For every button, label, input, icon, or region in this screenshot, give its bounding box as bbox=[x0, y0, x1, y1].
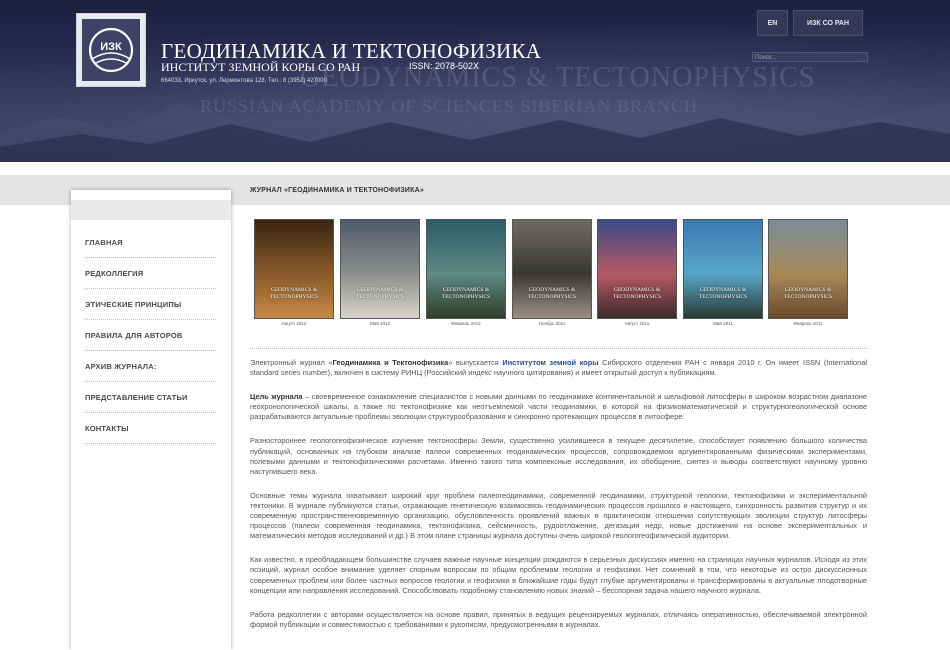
cover-title: GEODYNAMICS & TECTONOPHYSICS bbox=[355, 287, 405, 300]
logo[interactable]: ИЗК bbox=[76, 13, 146, 87]
paragraph-research: Разностороннее геологогеофизическое изуч… bbox=[250, 436, 867, 476]
cover-title: GEODYNAMICS & TECTONOPHYSICS bbox=[441, 287, 491, 300]
paragraph-intro: Электронный журнал «Геодинамика и Тектон… bbox=[250, 358, 867, 378]
logo-emblem: ИЗК bbox=[82, 19, 140, 81]
sidebar-item-editorial-board[interactable]: РЕДКОЛЛЕГИЯ bbox=[85, 258, 216, 289]
paragraph-discussions: Как известно, в преобладающем большинств… bbox=[250, 555, 867, 595]
paragraph-topics: Основные темы журнала охватывают широкий… bbox=[250, 490, 867, 541]
journal-cover-3[interactable]: GEODYNAMICS & TECTONOPHYSICS bbox=[512, 219, 592, 319]
journal-name: Геодинамика и Тектонофизика bbox=[332, 358, 449, 367]
cover-date-4: Август 2011 bbox=[624, 321, 650, 326]
journal-cover-4[interactable]: GEODYNAMICS & TECTONOPHYSICS bbox=[597, 219, 677, 319]
sidebar-item-contacts[interactable]: КОНТАКТЫ bbox=[85, 413, 216, 444]
sidebar-item-ethics[interactable]: ЭТИЧЕСКИЕ ПРИНЦИПЫ bbox=[85, 289, 216, 320]
header-watermark-title: GEODYNAMICS & TECTONOPHYSICS bbox=[300, 62, 816, 93]
cover-date-5: Май 2011 bbox=[713, 321, 733, 326]
divider bbox=[250, 348, 867, 349]
cover-date-2: Февраль 2012 bbox=[451, 321, 481, 326]
sidebar-item-submission[interactable]: ПРЕДСТАВЛЕНИЕ СТАТЬИ bbox=[85, 382, 216, 413]
journal-cover-5[interactable]: GEODYNAMICS & TECTONOPHYSICS bbox=[683, 219, 763, 319]
cover-title: GEODYNAMICS & TECTONOPHYSICS bbox=[269, 287, 319, 300]
cover-title: GEODYNAMICS & TECTONOPHYSICS bbox=[698, 287, 748, 300]
paragraph-editorial: Работа редколлегии с авторами осуществля… bbox=[250, 609, 867, 629]
logo-text: ИЗК bbox=[100, 41, 122, 53]
issn-label: ISSN: 2078-502X bbox=[409, 61, 480, 71]
cover-title: GEODYNAMICS & TECTONOPHYSICS bbox=[783, 287, 833, 300]
journal-cover-6[interactable]: GEODYNAMICS & TECTONOPHYSICS bbox=[768, 219, 848, 319]
paragraph-goal: Цель журнала – своевременное ознакомлени… bbox=[250, 392, 867, 422]
address-text: 664033, Иркутск, ул. Лермонтова 128, Тел… bbox=[161, 78, 327, 84]
sidebar-item-home[interactable]: ГЛАВНАЯ bbox=[85, 227, 216, 258]
journal-cover-2[interactable]: GEODYNAMICS & TECTONOPHYSICS bbox=[426, 219, 506, 319]
cover-date-0: Август 2012 bbox=[281, 321, 307, 326]
language-en-button[interactable]: EN bbox=[757, 10, 788, 36]
journal-cover-0[interactable]: GEODYNAMICS & TECTONOPHYSICS bbox=[254, 219, 334, 319]
cover-title: GEODYNAMICS & TECTONOPHYSICS bbox=[612, 287, 662, 300]
sidebar-item-archive[interactable]: АРХИВ ЖУРНАЛА: bbox=[85, 351, 216, 382]
cover-date-1: Май 2012 bbox=[369, 321, 391, 326]
sidebar: ГЛАВНАЯ РЕДКОЛЛЕГИЯ ЭТИЧЕСКИЕ ПРИНЦИПЫ П… bbox=[71, 190, 231, 650]
journal-cover-1[interactable]: GEODYNAMICS & TECTONOPHYSICS bbox=[340, 219, 420, 319]
sidebar-stripe bbox=[71, 200, 231, 220]
header-watermark-subtitle: RUSSIAN ACADEMY OF SCIENCES SIBERIAN BRA… bbox=[200, 96, 698, 116]
site-header: GEODYNAMICS & TECTONOPHYSICS RUSSIAN ACA… bbox=[0, 0, 950, 162]
institute-link-button[interactable]: ИЗК СО РАН bbox=[793, 10, 863, 36]
search-input[interactable]: Поиск... bbox=[752, 52, 868, 62]
journal-description: Электронный журнал «Геодинамика и Тектон… bbox=[250, 358, 867, 644]
site-subtitle: ИНСТИТУТ ЗЕМНОЙ КОРЫ СО РАН bbox=[161, 60, 361, 74]
sidebar-item-author-rules[interactable]: ПРАВИЛА ДЛЯ АВТОРОВ bbox=[85, 320, 216, 351]
cover-title: GEODYNAMICS & TECTONOPHYSICS bbox=[527, 287, 577, 300]
institute-link[interactable]: Институтом земной коры bbox=[502, 358, 598, 367]
goal-heading: Цель журнала bbox=[250, 392, 303, 402]
page-title: ЖУРНАЛ «ГЕОДИНАМИКА И ТЕКТОНОФИЗИКА» bbox=[250, 187, 424, 194]
cover-date-3: Ноябрь 2011 bbox=[538, 321, 566, 326]
cover-date-6: Февраль 2011 bbox=[793, 321, 823, 326]
logo-globe-icon: ИЗК bbox=[88, 27, 134, 73]
